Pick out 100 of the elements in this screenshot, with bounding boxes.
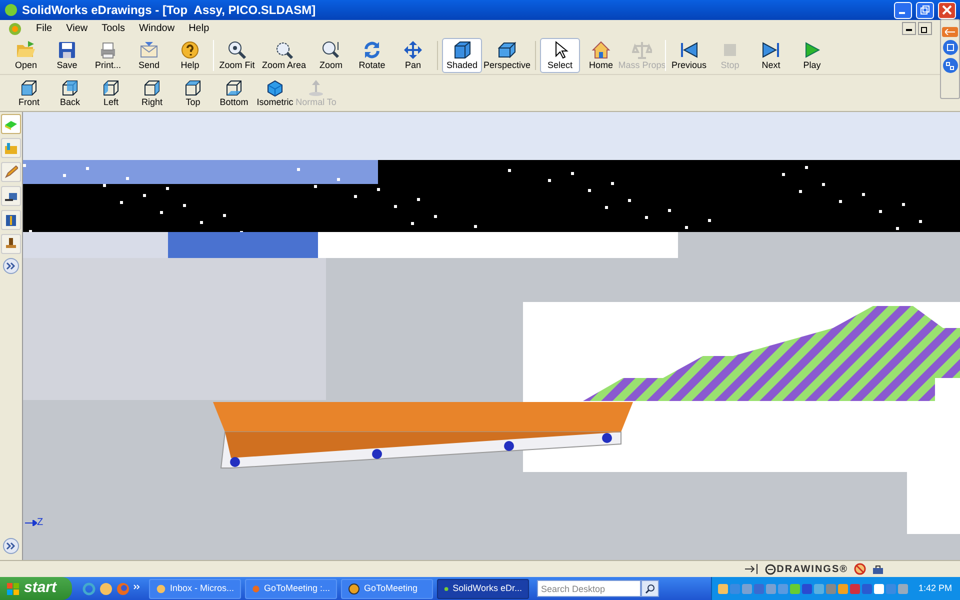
tray-icon — [742, 582, 752, 594]
close-icon — [942, 5, 952, 15]
folder-icon — [16, 40, 36, 60]
sidebar-tab[interactable] — [1, 186, 21, 206]
tray-icon — [886, 582, 896, 594]
tray-icon — [802, 582, 812, 594]
close-button[interactable] — [938, 2, 956, 18]
expand-button[interactable] — [3, 258, 19, 274]
menu-item[interactable]: Tools — [102, 21, 125, 36]
prohibited-icon — [854, 563, 866, 575]
cube-icon — [102, 78, 120, 96]
question-mark-icon — [180, 40, 200, 60]
cube-icon — [225, 78, 243, 96]
magnifier-icon — [274, 40, 294, 60]
arrow-to-bar-icon — [744, 564, 759, 574]
toolbar-button[interactable]: Send — [129, 38, 169, 73]
pencil-icon — [4, 165, 18, 179]
menu-item[interactable]: Help — [188, 21, 210, 36]
document-restore-button[interactable] — [918, 22, 932, 35]
tray-icon — [766, 582, 776, 594]
windows-flag-icon — [6, 582, 20, 596]
toolbar-button[interactable]: Zoom Fit — [217, 38, 257, 73]
cube-icon — [497, 40, 517, 60]
view-button[interactable]: Front — [9, 75, 49, 111]
tray-icon — [730, 582, 740, 594]
toolbar-button[interactable]: Save — [47, 38, 87, 73]
tray-icon — [826, 582, 836, 594]
arrow-up-icon — [307, 78, 325, 96]
circular-arrows-icon — [362, 40, 382, 60]
double-chevron-icon — [6, 541, 16, 551]
sidebar-tab[interactable] — [1, 234, 21, 254]
menu-item[interactable]: View — [66, 21, 88, 36]
app-menu-icon — [8, 22, 22, 36]
sidebar-tab[interactable] — [1, 210, 21, 230]
double-chevron-icon — [6, 261, 16, 271]
window-title: SolidWorks eDrawings - [Top Assy, PICO.SLDASM] — [22, 2, 317, 19]
start-button[interactable]: start — [0, 577, 72, 600]
window-button[interactable] — [942, 58, 958, 73]
taskbar-button[interactable]: SolidWorks eDr... — [437, 578, 529, 598]
toolbar-button[interactable]: Next — [751, 38, 791, 73]
view-button[interactable]: Top — [173, 75, 213, 111]
skip-forward-icon — [761, 40, 781, 60]
tray-icon — [754, 582, 764, 594]
cube-icon — [184, 78, 202, 96]
toolbar-button[interactable]: Help — [170, 38, 210, 73]
taskbar-button[interactable]: GoToMeeting — [341, 578, 433, 598]
dock-button[interactable] — [942, 27, 958, 37]
toolbar-button[interactable]: Perspective — [483, 38, 531, 73]
skip-back-icon — [679, 40, 699, 60]
view-button[interactable]: Back — [50, 75, 90, 111]
tray-icon — [814, 582, 824, 594]
minimize-button[interactable] — [894, 2, 912, 18]
tray-icon — [862, 582, 872, 594]
view-button[interactable]: Left — [91, 75, 131, 111]
search-icon — [645, 584, 655, 594]
toolbar-button[interactable]: Zoom Area — [258, 38, 310, 73]
cube-icon — [266, 78, 284, 96]
taskbar-button[interactable]: GoToMeeting :... — [245, 578, 337, 598]
search-field[interactable]: Search Desktop — [537, 580, 641, 597]
taskbar-button[interactable]: Inbox - Micros... — [149, 578, 241, 598]
clock: 1:42 PM — [918, 582, 952, 595]
tray-icon — [850, 582, 860, 594]
view-button[interactable]: Bottom — [214, 75, 254, 111]
cube-icon — [61, 78, 79, 96]
tray-icon — [778, 582, 788, 594]
tray-icon — [718, 582, 728, 594]
axis-arrow-icon — [25, 520, 37, 526]
magnifier-icon — [321, 40, 341, 60]
tray-icon — [898, 582, 908, 594]
printer-icon — [98, 40, 118, 60]
tray-icon — [874, 582, 884, 594]
toolbar-button[interactable]: Rotate — [352, 38, 392, 73]
toolbar-button[interactable]: Open — [6, 38, 46, 73]
toolbar-button[interactable]: Zoom — [311, 38, 351, 73]
window-button[interactable] — [942, 40, 958, 55]
search-button[interactable] — [641, 580, 659, 597]
tiles-icon — [946, 62, 954, 70]
house-icon — [591, 40, 611, 60]
restore-button[interactable] — [916, 2, 934, 18]
menu-item[interactable]: Window — [138, 21, 175, 36]
toolbar-button[interactable]: Print... — [88, 38, 128, 73]
tray-icon — [838, 582, 848, 594]
brand-logo: DRAWINGS® — [776, 562, 848, 576]
four-way-arrow-icon — [403, 40, 423, 60]
view-button[interactable]: Right — [132, 75, 172, 111]
square-icon — [946, 44, 954, 51]
toolbar-button[interactable]: Previous — [669, 38, 709, 73]
restore-icon — [921, 24, 929, 32]
magnifier-icon — [227, 40, 247, 60]
toolbar-button[interactable]: Select — [540, 38, 580, 73]
toolbar-button[interactable]: Play — [792, 38, 832, 73]
minimize-icon — [898, 12, 904, 14]
toolbar-button[interactable]: Pan — [393, 38, 433, 73]
expand-button[interactable] — [3, 538, 19, 554]
tray-icon — [790, 582, 800, 594]
toolbar-button[interactable]: Shaded — [442, 38, 482, 73]
document-minimize-button[interactable] — [902, 22, 916, 35]
3d-viewport[interactable]: Z — [23, 112, 960, 560]
menu-item[interactable]: File — [36, 21, 52, 36]
view-button[interactable]: Isometric — [255, 75, 295, 111]
